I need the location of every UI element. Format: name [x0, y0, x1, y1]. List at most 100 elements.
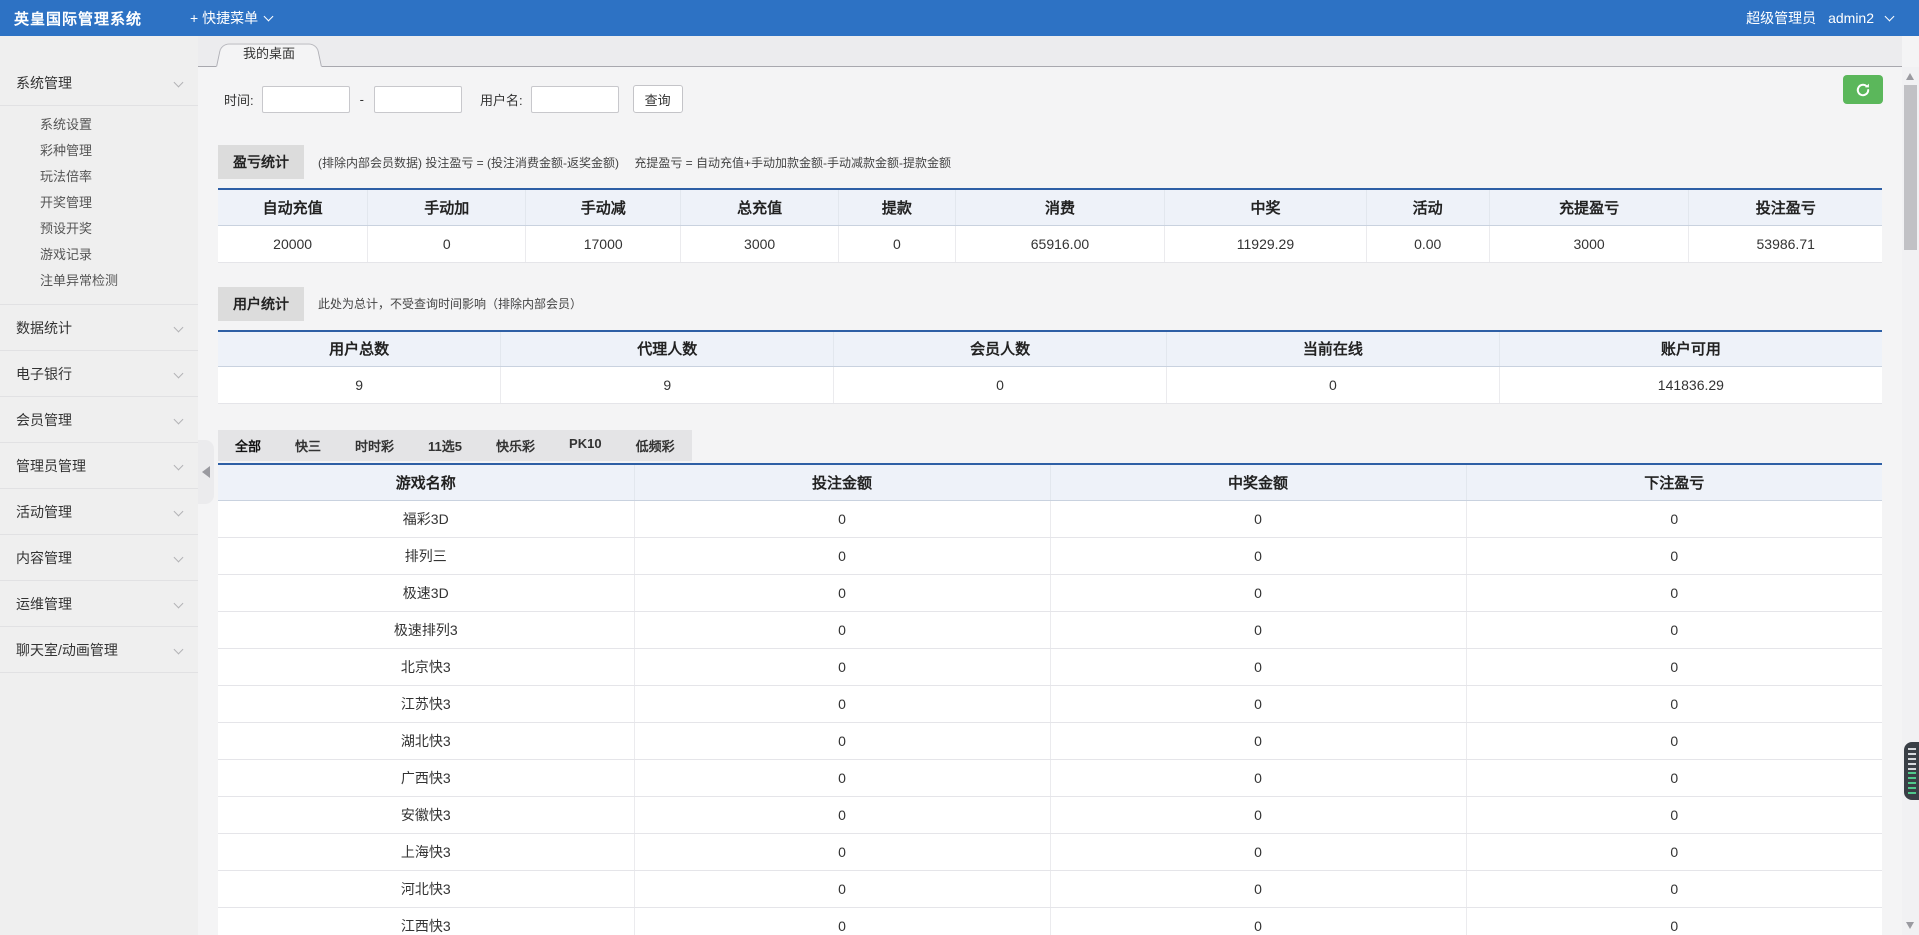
sidebar-item-6[interactable]: 注单异常检测: [0, 268, 198, 294]
chevron-down-icon: [174, 599, 184, 609]
table-cell: 0: [1050, 537, 1466, 574]
table-cell: 0: [1050, 759, 1466, 796]
sidebar-group-7[interactable]: 运维管理: [0, 581, 198, 627]
table-cell: 0: [1466, 833, 1882, 870]
sidebar-item-0[interactable]: 系统设置: [0, 112, 198, 138]
table-row: 200000170003000065916.0011929.290.003000…: [218, 225, 1882, 262]
dashboard-body: 盈亏统计 (排除内部会员数据) 投注盈亏 = (投注消费金额-返奖金额) 充提盈…: [198, 145, 1902, 935]
table-cell: 河北快3: [218, 870, 634, 907]
sidebar-collapse-handle[interactable]: [198, 440, 214, 504]
sidebar-menu: 系统管理系统设置彩种管理玩法倍率开奖管理预设开奖游戏记录注单异常检测数据统计电子…: [0, 36, 198, 935]
table-row: 北京快3000: [218, 648, 1882, 685]
table-cell: 0: [634, 907, 1050, 935]
sidebar-item-1[interactable]: 彩种管理: [0, 138, 198, 164]
tab-label: 我的桌面: [216, 41, 322, 67]
chevron-down-icon: [174, 78, 184, 88]
time-end-input[interactable]: [374, 86, 462, 113]
sidebar-item-4[interactable]: 预设开奖: [0, 216, 198, 242]
scrollbar-thumb[interactable]: [1904, 85, 1917, 250]
widget-stripes-top: [1908, 748, 1916, 770]
table-cell: 0: [1466, 907, 1882, 935]
table-cell: 0: [634, 833, 1050, 870]
table-cell: 0: [1050, 574, 1466, 611]
sidebar-group-label: 管理员管理: [16, 456, 86, 476]
table-row: 极速排列3000: [218, 611, 1882, 648]
sidebar-group-2[interactable]: 电子银行: [0, 351, 198, 397]
time-start-input[interactable]: [262, 86, 350, 113]
sidebar-group-4[interactable]: 管理员管理: [0, 443, 198, 489]
column-header: 会员人数: [834, 331, 1167, 367]
floating-side-widget[interactable]: [1904, 742, 1919, 800]
table-cell: 江苏快3: [218, 685, 634, 722]
table-cell: 福彩3D: [218, 500, 634, 537]
table-cell: 0: [1050, 833, 1466, 870]
table-cell: 0: [634, 500, 1050, 537]
game-tab-2[interactable]: 时时彩: [338, 430, 411, 461]
table-cell: 0: [368, 225, 526, 262]
column-header: 当前在线: [1166, 331, 1499, 367]
game-tab-1[interactable]: 快三: [278, 430, 338, 461]
username-input[interactable]: [531, 86, 619, 113]
game-tab-3[interactable]: 11选5: [411, 430, 479, 461]
column-header: 游戏名称: [218, 464, 634, 500]
table-cell: 安徽快3: [218, 796, 634, 833]
game-tab-4[interactable]: 快乐彩: [479, 430, 552, 461]
query-button[interactable]: 查询: [633, 85, 683, 113]
sidebar-submenu: 系统设置彩种管理玩法倍率开奖管理预设开奖游戏记录注单异常检测: [0, 106, 198, 305]
game-tab-0[interactable]: 全部: [218, 430, 278, 461]
table-cell: 北京快3: [218, 648, 634, 685]
table-cell: 排列三: [218, 537, 634, 574]
table-cell: 0: [1466, 611, 1882, 648]
tab-my-desktop[interactable]: 我的桌面: [216, 41, 322, 67]
table-cell: 0: [634, 870, 1050, 907]
table-cell: 0: [1050, 685, 1466, 722]
sidebar-group-label: 内容管理: [16, 548, 72, 568]
table-cell: 0: [1466, 574, 1882, 611]
sidebar-group-label: 活动管理: [16, 502, 72, 522]
app-title: 英皇国际管理系统: [14, 8, 142, 29]
triangle-left-icon: [202, 466, 210, 478]
main-content: 我的桌面 时间: - 用户名: 查询 盈亏统计 (排除内部会员数据) 投注盈亏 …: [198, 36, 1902, 935]
table-cell: 极速排列3: [218, 611, 634, 648]
user-menu[interactable]: 超级管理员 admin2: [1746, 8, 1893, 28]
sidebar-item-5[interactable]: 游戏记录: [0, 242, 198, 268]
scroll-up-arrow-icon[interactable]: [1906, 73, 1914, 80]
sidebar-group-1[interactable]: 数据统计: [0, 305, 198, 351]
game-tab-6[interactable]: 低频彩: [619, 430, 692, 461]
sidebar-group-6[interactable]: 内容管理: [0, 535, 198, 581]
column-header: 提款: [839, 189, 955, 225]
column-header: 充提盈亏: [1489, 189, 1689, 225]
column-header: 手动加: [368, 189, 526, 225]
game-stats-table: 游戏名称投注金额中奖金额下注盈亏福彩3D000排列三000极速3D000极速排列…: [218, 463, 1882, 935]
table-cell: 0: [1050, 648, 1466, 685]
sidebar-item-3[interactable]: 开奖管理: [0, 190, 198, 216]
sidebar-group-label: 会员管理: [16, 410, 72, 430]
profit-section-title: 盈亏统计: [218, 145, 304, 179]
sidebar-group-0[interactable]: 系统管理: [0, 60, 198, 106]
scroll-down-arrow-icon[interactable]: [1906, 922, 1914, 929]
table-cell: 53986.71: [1689, 225, 1882, 262]
column-header: 自动充值: [218, 189, 368, 225]
table-cell: 0: [1050, 722, 1466, 759]
username-label: admin2: [1828, 10, 1874, 26]
sidebar-group-3[interactable]: 会员管理: [0, 397, 198, 443]
table-cell: 0: [1466, 759, 1882, 796]
table-cell: 20000: [218, 225, 368, 262]
time-range-separator: -: [360, 92, 364, 107]
table-cell: 9: [501, 367, 834, 404]
vertical-scrollbar[interactable]: [1902, 67, 1919, 935]
sidebar-group-label: 数据统计: [16, 318, 72, 338]
table-row: 9900141836.29: [218, 367, 1882, 404]
sidebar-group-label: 运维管理: [16, 594, 72, 614]
refresh-button[interactable]: [1843, 75, 1883, 104]
sidebar-item-2[interactable]: 玩法倍率: [0, 164, 198, 190]
sidebar-group-8[interactable]: 聊天室/动画管理: [0, 627, 198, 673]
table-row: 安徽快3000: [218, 796, 1882, 833]
sidebar-group-5[interactable]: 活动管理: [0, 489, 198, 535]
refresh-icon: [1855, 82, 1871, 98]
table-row: 上海快3000: [218, 833, 1882, 870]
table-cell: 0: [1466, 648, 1882, 685]
quick-menu-button[interactable]: + 快捷菜单: [190, 8, 272, 28]
table-cell: 0: [634, 685, 1050, 722]
game-tab-5[interactable]: PK10: [552, 430, 619, 461]
